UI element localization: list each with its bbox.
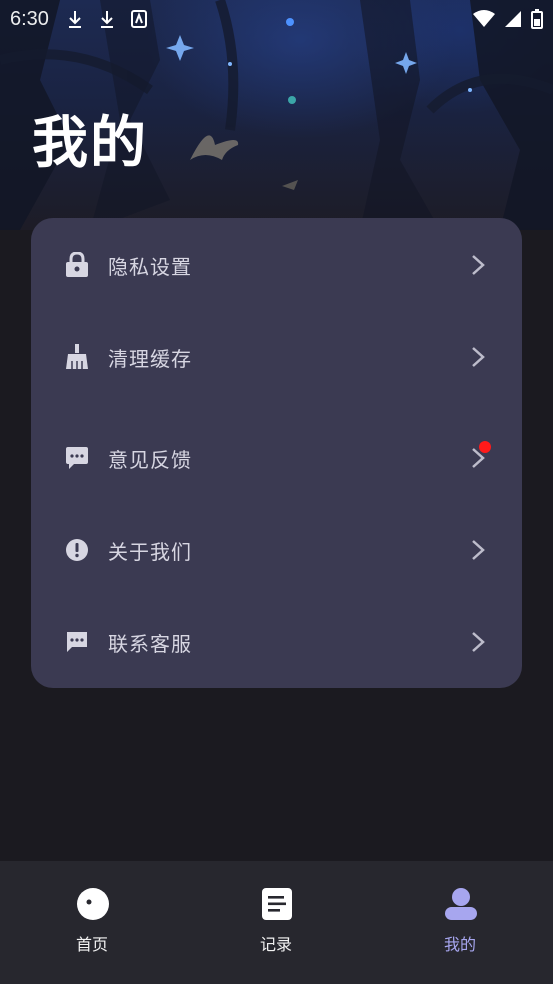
menu-item-contact-support[interactable]: 联系客服 xyxy=(31,612,522,672)
menu-item-label: 意见反馈 xyxy=(108,447,192,472)
settings-menu-card: 隐私设置 清理缓存 意见反馈 关于我们 联系客服 xyxy=(31,218,522,688)
notification-badge-dot xyxy=(479,441,491,453)
menu-item-label: 隐私设置 xyxy=(108,254,192,279)
chat-icon xyxy=(64,629,90,655)
chevron-right-icon xyxy=(472,255,485,275)
tab-label: 记录 xyxy=(259,935,292,954)
status-time: 6:30 xyxy=(10,7,49,30)
tab-label: 首页 xyxy=(75,935,108,954)
tab-mine[interactable]: 我的 xyxy=(368,861,552,984)
feedback-icon xyxy=(64,445,90,471)
menu-item-label: 关于我们 xyxy=(108,539,192,564)
moon-icon xyxy=(77,888,109,920)
tab-records[interactable]: 记录 xyxy=(184,861,368,984)
menu-item-label: 联系客服 xyxy=(108,631,192,656)
download-icon xyxy=(68,11,81,28)
broom-icon xyxy=(64,344,90,370)
menu-item-privacy-settings[interactable]: 隐私设置 xyxy=(31,235,522,295)
chevron-right-icon xyxy=(472,540,485,560)
bottom-tab-bar: 首页 记录 我的 xyxy=(0,861,553,984)
app-notification-icon xyxy=(130,10,147,28)
menu-item-feedback[interactable]: 意见反馈 xyxy=(31,428,522,488)
menu-item-label: 清理缓存 xyxy=(108,346,192,371)
tab-home[interactable]: 首页 xyxy=(0,861,184,984)
lock-icon xyxy=(64,252,90,278)
info-icon xyxy=(64,537,90,563)
menu-item-clear-cache[interactable]: 清理缓存 xyxy=(31,327,522,387)
tab-label: 我的 xyxy=(443,935,476,954)
page-title: 我的 xyxy=(32,111,148,176)
chevron-right-icon xyxy=(472,632,485,652)
signal-icon xyxy=(505,11,521,27)
document-icon xyxy=(262,888,292,920)
menu-item-about-us[interactable]: 关于我们 xyxy=(31,520,522,580)
battery-icon xyxy=(531,9,543,29)
status-bar: 6:30 xyxy=(0,0,553,38)
wifi-icon xyxy=(473,10,495,27)
download-icon xyxy=(100,11,113,28)
chevron-right-icon xyxy=(472,347,485,367)
user-icon xyxy=(445,888,477,920)
